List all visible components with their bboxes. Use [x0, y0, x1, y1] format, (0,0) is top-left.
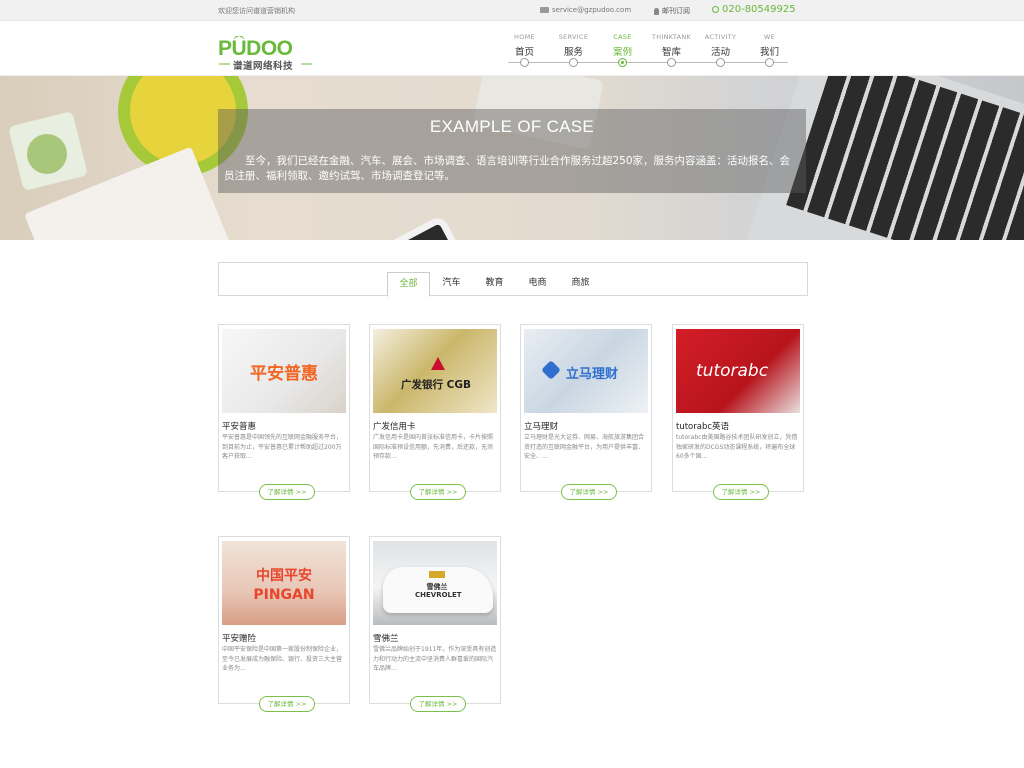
thumb-text-chevrolet: 雪佛兰 CHEVROLET — [415, 583, 462, 599]
case-card-tutorabc[interactable]: tutorabc tutorabc英语 tutorabc由美国路谷技术团队研发创… — [672, 324, 804, 500]
nav-dot-thinktank — [667, 58, 676, 67]
nav-dot-we — [765, 58, 774, 67]
cgb-logo-icon — [431, 357, 445, 370]
nav-dot-activity — [716, 58, 725, 67]
filter-tab-travel[interactable]: 商旅 — [559, 272, 602, 297]
case-title[interactable]: 立马理财 — [524, 420, 558, 432]
phone-icon — [712, 6, 719, 13]
case-desc: 立马理财是光大证券、网易、海航旅游集团合资打造的互联网金融平台，为用户提供丰富、… — [524, 434, 645, 460]
email-text: service@gzpudoo.com — [552, 6, 632, 14]
welcome-text: 欢迎您访问谱道营销机构 — [218, 7, 295, 15]
case-thumb-pingan-puhui: 平安普惠 — [222, 329, 346, 413]
case-more-button[interactable]: 了解详情 >> — [410, 696, 466, 712]
subscribe-text: 邮刊订阅 — [662, 7, 690, 15]
case-card-chevrolet[interactable]: 雪佛兰 CHEVROLET 雪佛兰 雪佛兰品牌始创于1911年，作为深受具有创造… — [369, 536, 501, 712]
case-desc: 雪佛兰品牌始创于1911年，作为深受具有创造力和行动力的主流中坚消费人群喜爱的国… — [373, 646, 497, 672]
case-more-button[interactable]: 了解详情 >> — [561, 484, 617, 500]
banner-description: 至今，我们已经在金融、汽车、展会、市场调查、语言培训等行业合作服务过超250家，… — [224, 155, 791, 182]
case-card-pingan-gift[interactable]: 中国平安 PINGAN 平安赠险 中国平安保险是中国第一家股份制保险企业，至今已… — [218, 536, 350, 712]
nav-we[interactable]: WE 我们 — [745, 33, 794, 77]
case-thumb-pingan-gift: 中国平安 PINGAN — [222, 541, 346, 625]
nav-home[interactable]: HOME 首页 — [500, 33, 549, 77]
logo[interactable]: PUDOO 谱道网络科技 — [218, 36, 313, 76]
case-more-button[interactable]: 了解详情 >> — [713, 484, 769, 500]
nav-thinktank-en: THINKTANK — [651, 33, 692, 41]
phone-number: 020-80549925 — [712, 4, 796, 15]
nav-we-en: WE — [763, 33, 776, 41]
logo-tagline: 谱道网络科技 — [233, 61, 294, 72]
main-nav: HOME 首页 SERVICE 服务 CASE 案例 THINKTANK 智库 … — [500, 33, 794, 77]
thumb-text-tutorabc: tutorabc — [696, 361, 769, 381]
lima-logo-icon — [541, 360, 561, 380]
svg-text:PUDOO: PUDOO — [218, 37, 293, 60]
nav-dot-case — [618, 58, 627, 67]
filter-tab-auto[interactable]: 汽车 — [430, 272, 473, 297]
email-link[interactable]: service@gzpudoo.com — [540, 6, 631, 14]
case-card-cgb[interactable]: 广发银行 CGB 广发信用卡 广发信用卡是国内首张标准信用卡，卡片按照国际标准预… — [369, 324, 501, 500]
nav-activity[interactable]: ACTIVITY 活动 — [696, 33, 745, 77]
nav-home-en: HOME — [514, 33, 535, 41]
case-thumb-tutorabc: tutorabc — [676, 329, 800, 413]
subscribe-link[interactable]: 邮刊订阅 — [654, 6, 690, 16]
case-thumb-lima: 立马理财 — [524, 329, 648, 413]
case-desc: tutorabc由美国路谷技术团队研发创立，凭借独家研发的DCGS动态课程系统，… — [676, 434, 798, 460]
case-title[interactable]: 广发信用卡 — [373, 420, 416, 432]
nav-service-cn: 服务 — [563, 47, 583, 58]
filter-tab-ecommerce[interactable]: 电商 — [516, 272, 559, 297]
case-title[interactable]: 平安普惠 — [222, 420, 256, 432]
case-thumb-cgb: 广发银行 CGB — [373, 329, 497, 413]
thumb-text-pingan-gift: 中国平安 PINGAN — [253, 568, 315, 603]
phone-text: 020-80549925 — [722, 4, 796, 15]
nav-thinktank[interactable]: THINKTANK 智库 — [647, 33, 696, 77]
nav-activity-cn: 活动 — [710, 47, 730, 58]
banner-title: EXAMPLE OF CASE — [429, 117, 595, 136]
header: PUDOO 谱道网络科技 HOME 首页 SERVICE 服务 CASE 案例 … — [0, 21, 1024, 76]
thumb-text-cgb: 广发银行 CGB — [401, 379, 471, 391]
case-banner: EXAMPLE OF CASE 至今，我们已经在金融、汽车、展会、市场调查、语言… — [0, 76, 1024, 240]
case-title[interactable]: 平安赠险 — [222, 632, 256, 644]
filter-tabs: 全部 汽车 教育 电商 商旅 — [387, 272, 602, 297]
nav-service-en: SERVICE — [558, 33, 589, 41]
nav-case[interactable]: CASE 案例 — [598, 33, 647, 77]
nav-we-cn: 我们 — [759, 47, 779, 58]
case-desc: 中国平安保险是中国第一家股份制保险企业，至今已发展成为融保险、银行、投资三大主营… — [222, 646, 343, 672]
nav-dot-home — [520, 58, 529, 67]
mail-icon — [540, 7, 549, 13]
filter-tab-all[interactable]: 全部 — [387, 272, 430, 297]
case-more-button[interactable]: 了解详情 >> — [410, 484, 466, 500]
case-title[interactable]: 雪佛兰 — [373, 632, 399, 644]
nav-case-cn: 案例 — [612, 47, 632, 58]
case-card-pingan-puhui[interactable]: 平安普惠 平安普惠 平安普惠是中国领先的互联网金融服务平台，到目前为止，平安普惠… — [218, 324, 350, 500]
top-bar: 欢迎您访问谱道营销机构 service@gzpudoo.com 邮刊订阅 020… — [0, 0, 1024, 21]
case-desc: 广发信用卡是国内首张标准信用卡，卡片按照国际标准预设信用额，先消费，后还款，无须… — [373, 434, 494, 460]
case-filter-bar: 全部 汽车 教育 电商 商旅 — [218, 262, 808, 297]
nav-home-cn: 首页 — [514, 47, 534, 58]
case-title[interactable]: tutorabc英语 — [676, 420, 729, 432]
thumb-text-lima: 立马理财 — [566, 367, 619, 382]
user-icon — [654, 7, 659, 15]
nav-dot-service — [569, 58, 578, 67]
case-desc: 平安普惠是中国领先的互联网金融服务平台，到目前为止，平安普惠已累计帮助超过200… — [222, 434, 343, 460]
nav-indicator-line — [508, 62, 788, 63]
filter-tab-education[interactable]: 教育 — [473, 272, 516, 297]
banner-badge-image — [27, 134, 67, 174]
case-thumb-chevrolet: 雪佛兰 CHEVROLET — [373, 541, 497, 625]
case-card-lima[interactable]: 立马理财 立马理财 立马理财是光大证券、网易、海航旅游集团合资打造的互联网金融平… — [520, 324, 652, 500]
chevrolet-logo-icon — [429, 571, 445, 578]
nav-activity-en: ACTIVITY — [704, 33, 737, 41]
case-more-button[interactable]: 了解详情 >> — [259, 696, 315, 712]
nav-case-en: CASE — [613, 33, 632, 41]
case-more-button[interactable]: 了解详情 >> — [259, 484, 315, 500]
nav-service[interactable]: SERVICE 服务 — [549, 33, 598, 77]
thumb-text-pingan-puhui: 平安普惠 — [250, 364, 318, 384]
nav-thinktank-cn: 智库 — [661, 47, 681, 58]
